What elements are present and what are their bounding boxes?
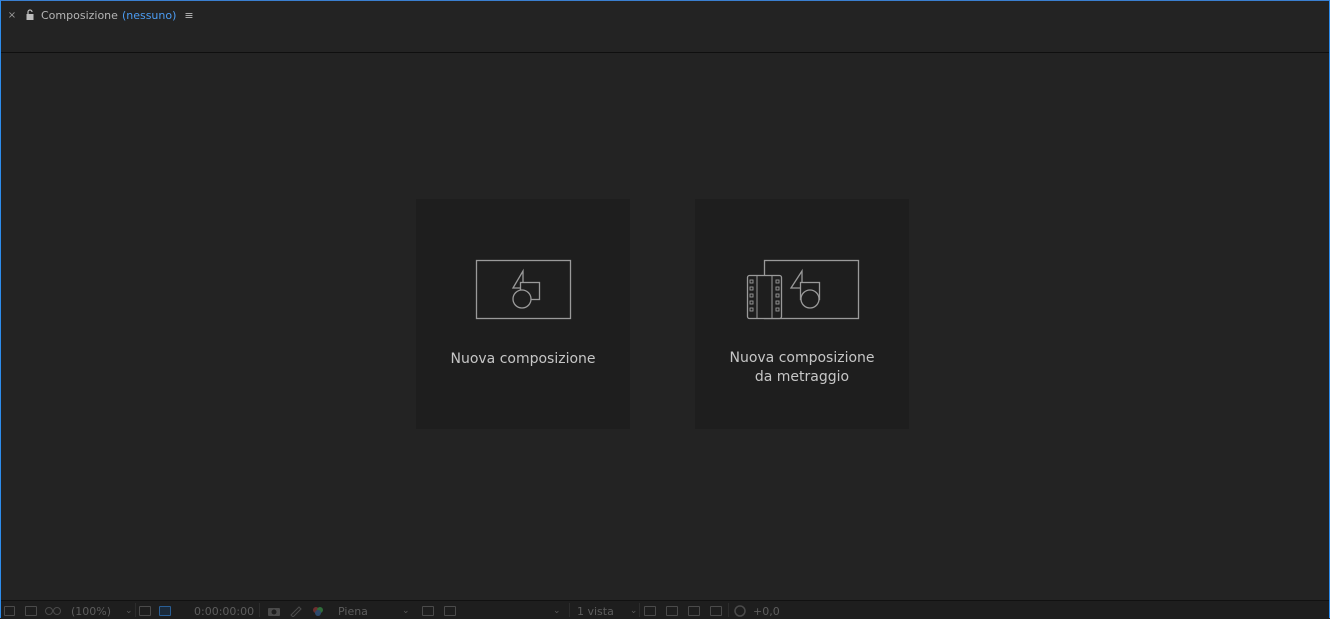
new-composition-label: Nuova composizione [450, 351, 596, 367]
always-preview-icon[interactable] [4, 605, 15, 617]
viewer-statusbar: (100%) ⌄ 0:00:00:00 Piena ⌄ ⌄ 1 vista ⌄ … [1, 600, 1329, 619]
monitor-icon[interactable] [25, 605, 37, 617]
chevron-down-icon: ⌄ [125, 606, 133, 616]
composition-viewer: Nuova composizione Nuova composizione da… [1, 53, 1329, 599]
composition-icon [475, 259, 572, 320]
view-layout-dropdown[interactable]: 1 vista ⌄ [577, 605, 638, 618]
new-composition-button[interactable]: Nuova composizione [416, 199, 630, 429]
resolution-dropdown[interactable]: Piena ⌄ [338, 605, 410, 618]
chevron-down-icon: ⌄ [553, 606, 561, 616]
footage-composition-icon [746, 259, 860, 320]
mask-icon[interactable] [45, 605, 61, 617]
panel-title: Composizione [41, 8, 118, 22]
toggle-pixel-aspect-icon[interactable] [644, 605, 656, 617]
channel-icon[interactable] [311, 605, 325, 617]
divider [728, 603, 729, 617]
lock-icon[interactable] [25, 9, 35, 21]
exposure-value[interactable]: +0,0 [753, 605, 780, 618]
chevron-down-icon: ⌄ [629, 606, 638, 616]
panel-menu-icon[interactable]: ≡ [184, 9, 193, 22]
show-snapshot-icon[interactable] [289, 605, 303, 617]
view-dropdown[interactable]: ⌄ [553, 605, 561, 617]
zoom-dropdown[interactable]: (100%) ⌄ [71, 605, 133, 618]
flowchart-icon[interactable] [710, 605, 722, 617]
snapshot-icon[interactable] [267, 605, 281, 617]
new-composition-from-footage-label: Nuova composizione da metraggio [729, 350, 875, 385]
transparency-grid-icon[interactable] [444, 605, 456, 617]
divider [135, 603, 136, 617]
mask-visibility-icon[interactable] [159, 605, 171, 617]
current-time-display[interactable]: 0:00:00:00 [194, 605, 254, 618]
divider [639, 603, 640, 617]
composition-name[interactable]: (nessuno) [122, 9, 176, 22]
divider [259, 603, 260, 617]
region-of-interest-icon[interactable] [422, 605, 434, 617]
panel-header: × Composizione (nessuno) ≡ [1, 1, 1329, 53]
safe-margins-icon[interactable] [139, 605, 151, 617]
divider [569, 603, 570, 617]
composition-tab[interactable]: × Composizione (nessuno) ≡ [7, 7, 194, 23]
fast-preview-icon[interactable] [666, 605, 678, 617]
new-composition-from-footage-button[interactable]: Nuova composizione da metraggio [695, 199, 909, 429]
exposure-reset-icon[interactable] [734, 605, 746, 617]
chevron-down-icon: ⌄ [401, 606, 410, 616]
timeline-icon[interactable] [688, 605, 700, 617]
close-icon[interactable]: × [7, 10, 17, 21]
